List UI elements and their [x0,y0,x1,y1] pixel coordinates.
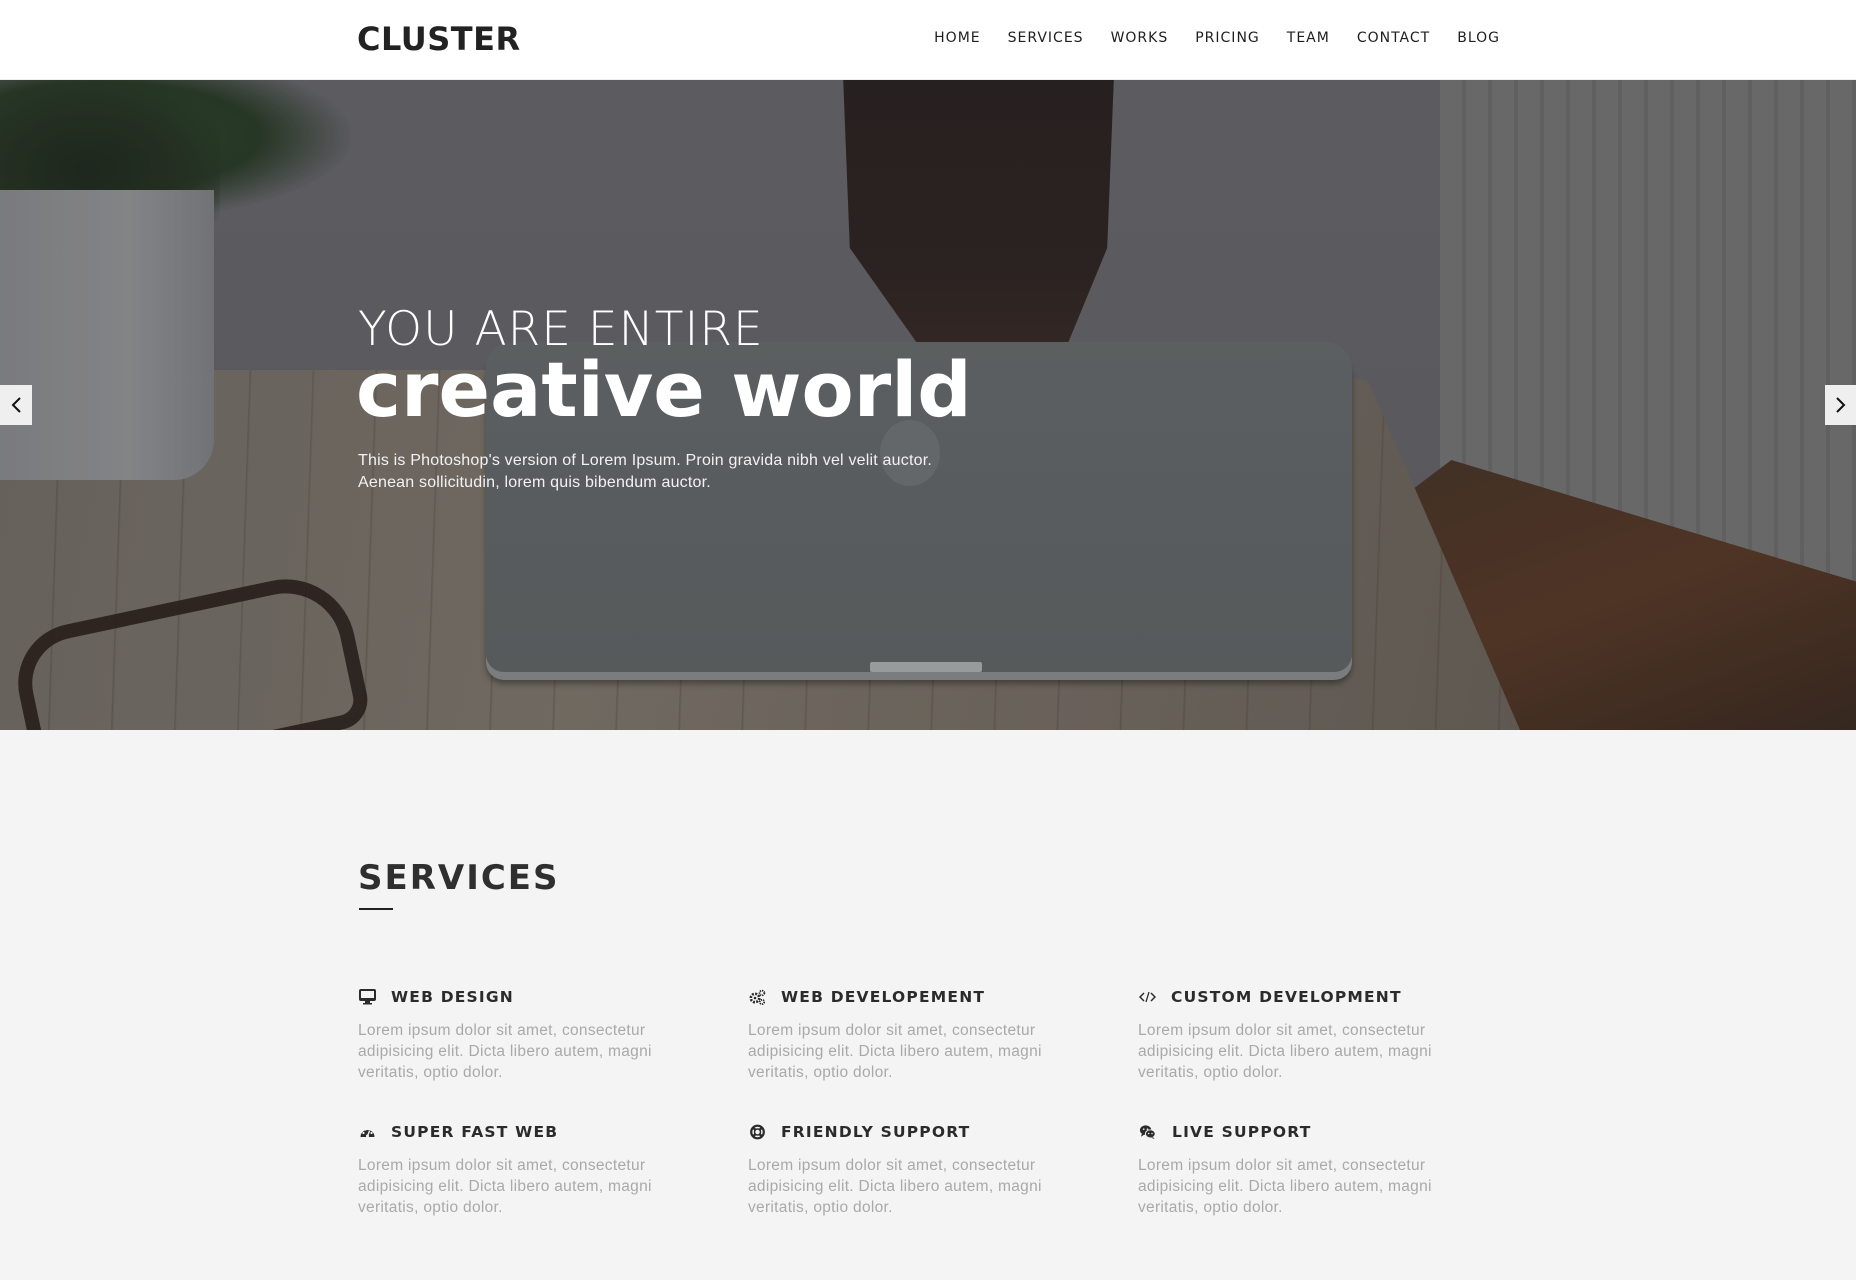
service-item: WEB DESIGN Lorem ipsum dolor sit amet, c… [358,987,698,1083]
nav-contact[interactable]: CONTACT [1357,28,1430,48]
nav-services[interactable]: SERVICES [1008,28,1084,48]
chevron-left-icon [11,397,21,413]
service-item: WEB DEVELOPEMENT Lorem ipsum dolor sit a… [748,987,1088,1083]
service-description: Lorem ipsum dolor sit amet, consectetur … [358,1155,698,1218]
services-section: SERVICES WEB DESIGN Lorem ipsum dolor si… [0,730,1856,1280]
chat-icon [1138,1124,1156,1140]
hero-slider: YOU ARE ENTIRE creative world This is Ph… [0,80,1856,730]
service-title: FRIENDLY SUPPORT [781,1123,971,1141]
service-description-line: adipisicing elit. Dicta libero autem, ma… [358,1178,652,1195]
service-description: Lorem ipsum dolor sit amet, consectetur … [1138,1155,1478,1218]
service-description-line: veritatis, optio dolor. [1138,1064,1283,1081]
service-description-line: Lorem ipsum dolor sit amet, consectetur [748,1022,1036,1039]
service-description-line: Lorem ipsum dolor sit amet, consectetur [358,1022,646,1039]
service-description: Lorem ipsum dolor sit amet, consectetur … [1138,1020,1478,1083]
service-title: CUSTOM DEVELOPMENT [1171,988,1402,1006]
code-icon [1138,989,1156,1005]
slider-next-button[interactable] [1825,385,1856,425]
chevron-right-icon [1835,397,1845,413]
hero-title: creative world [356,345,972,434]
service-description-line: Lorem ipsum dolor sit amet, consectetur [358,1157,646,1174]
service-description-line: Lorem ipsum dolor sit amet, consectetur [1138,1157,1426,1174]
service-title: WEB DEVELOPEMENT [781,988,986,1006]
nav-team[interactable]: TEAM [1287,28,1330,48]
slider-prev-button[interactable] [0,385,32,425]
hero-description: This is Photoshop's version of Lorem Ips… [358,450,998,494]
nav-pricing[interactable]: PRICING [1195,28,1260,48]
hero-description-line: Aenean sollicitudin, lorem quis bibendum… [358,474,711,491]
hero-description-line: This is Photoshop's version of Lorem Ips… [358,452,932,469]
dashboard-icon [358,1124,376,1140]
service-item: SUPER FAST WEB Lorem ipsum dolor sit ame… [358,1122,698,1218]
services-heading: SERVICES [358,858,560,898]
service-description-line: adipisicing elit. Dicta libero autem, ma… [1138,1043,1432,1060]
service-description-line: veritatis, optio dolor. [748,1199,893,1216]
service-description-line: veritatis, optio dolor. [748,1064,893,1081]
service-item: FRIENDLY SUPPORT Lorem ipsum dolor sit a… [748,1122,1088,1218]
main-nav: HOME SERVICES WORKS PRICING TEAM CONTACT… [934,28,1500,48]
service-title: SUPER FAST WEB [391,1123,559,1141]
service-item: CUSTOM DEVELOPMENT Lorem ipsum dolor sit… [1138,987,1478,1083]
logo[interactable]: CLUSTER [357,20,521,58]
service-item: LIVE SUPPORT Lorem ipsum dolor sit amet,… [1138,1122,1478,1218]
service-description-line: veritatis, optio dolor. [358,1199,503,1216]
service-description: Lorem ipsum dolor sit amet, consectetur … [748,1155,1088,1218]
service-description: Lorem ipsum dolor sit amet, consectetur … [358,1020,698,1083]
site-header: CLUSTER HOME SERVICES WORKS PRICING TEAM… [0,0,1856,80]
nav-home[interactable]: HOME [934,28,980,48]
services-heading-underline [359,908,393,910]
service-title: LIVE SUPPORT [1172,1123,1312,1141]
service-description-line: veritatis, optio dolor. [358,1064,503,1081]
service-title: WEB DESIGN [391,988,514,1006]
service-description-line: adipisicing elit. Dicta libero autem, ma… [1138,1178,1432,1195]
service-description-line: adipisicing elit. Dicta libero autem, ma… [358,1043,652,1060]
nav-blog[interactable]: BLOG [1457,28,1500,48]
nav-works[interactable]: WORKS [1111,28,1169,48]
service-description-line: veritatis, optio dolor. [1138,1199,1283,1216]
cogs-icon [748,989,766,1005]
service-description-line: adipisicing elit. Dicta libero autem, ma… [748,1043,1042,1060]
service-description-line: Lorem ipsum dolor sit amet, consectetur [1138,1022,1426,1039]
life-ring-icon [748,1124,766,1140]
service-description: Lorem ipsum dolor sit amet, consectetur … [748,1020,1088,1083]
service-description-line: adipisicing elit. Dicta libero autem, ma… [748,1178,1042,1195]
desktop-icon [358,989,376,1005]
service-description-line: Lorem ipsum dolor sit amet, consectetur [748,1157,1036,1174]
